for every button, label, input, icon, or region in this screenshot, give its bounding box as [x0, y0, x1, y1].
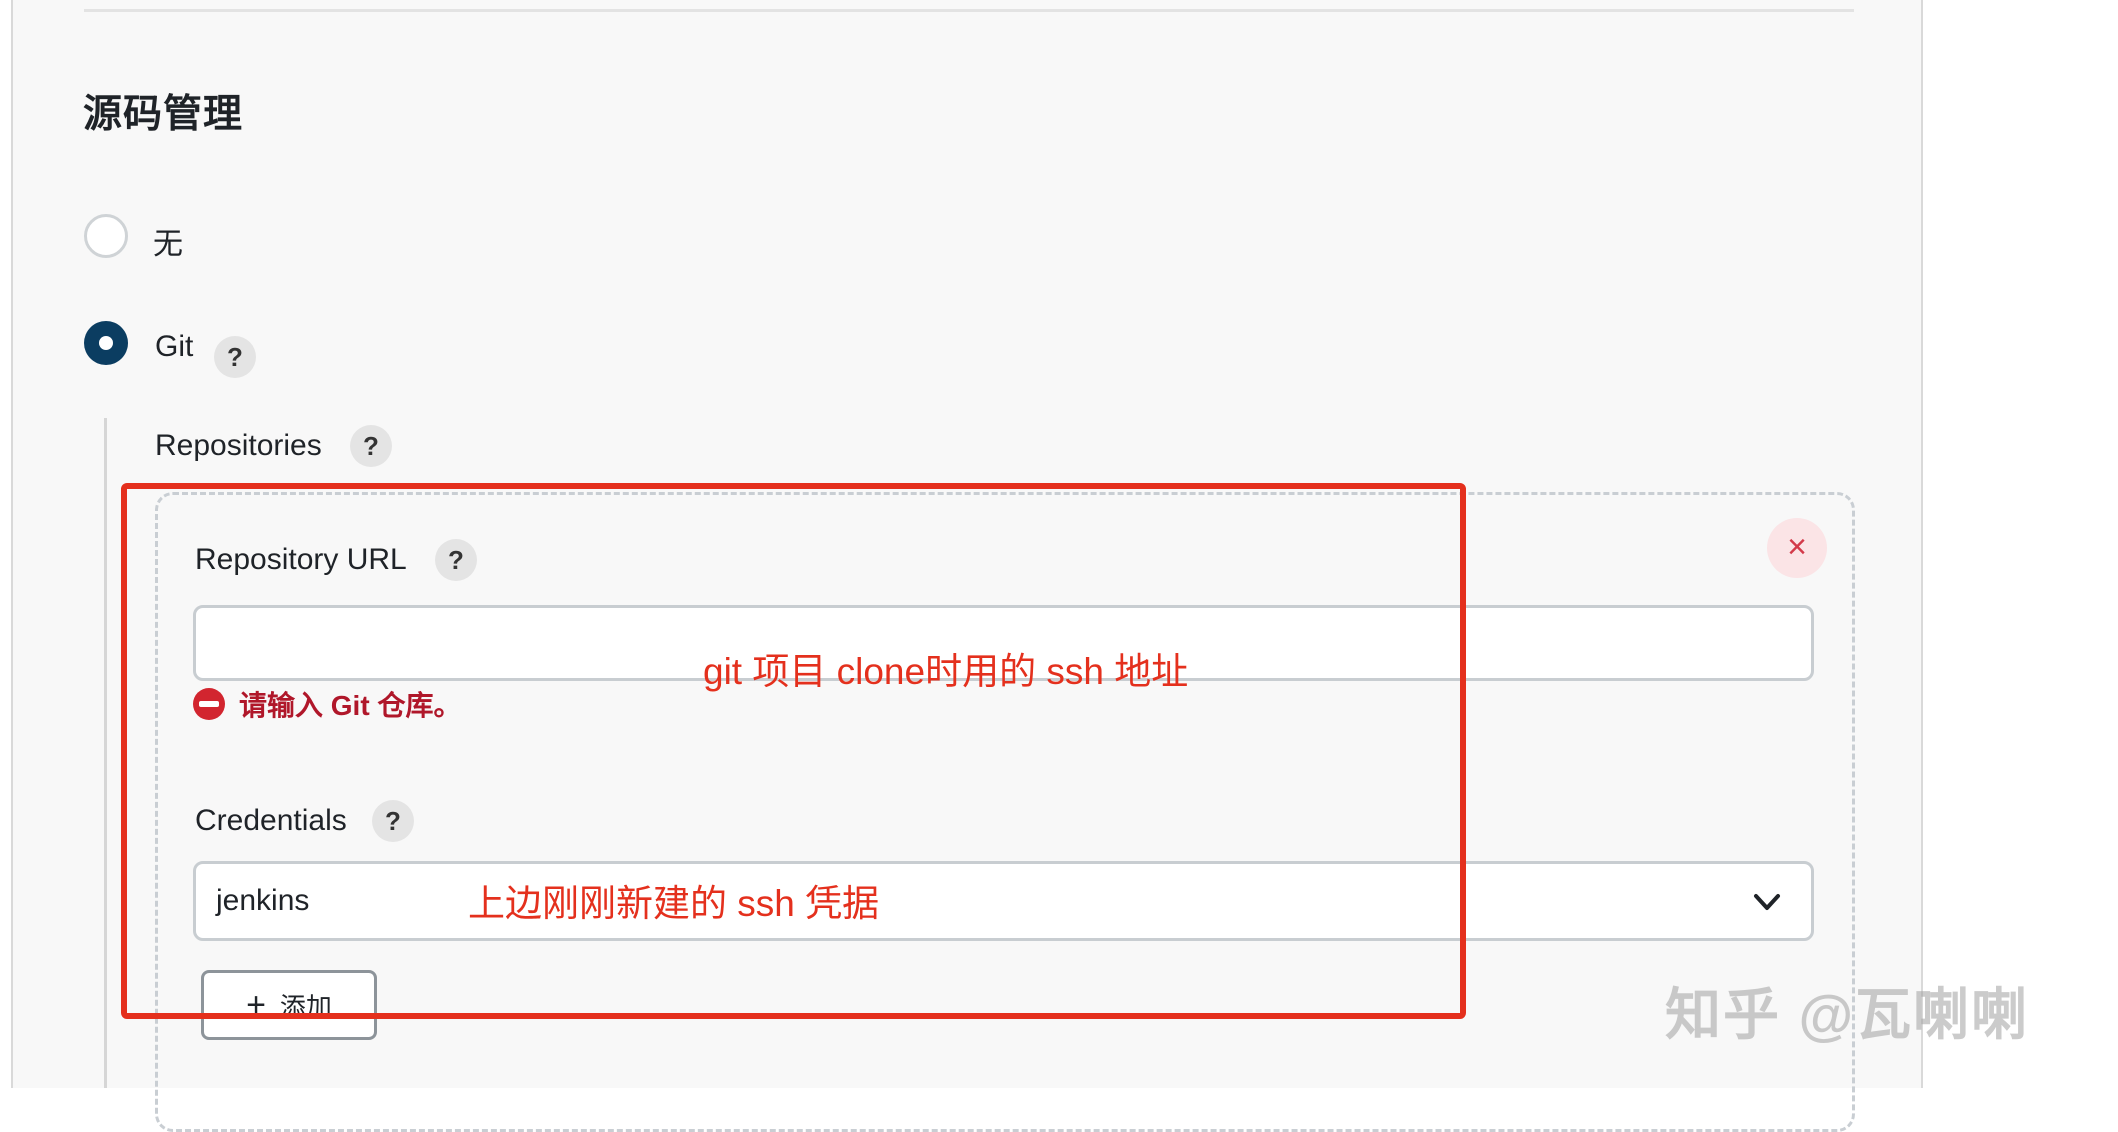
watermark: 知乎 @瓦喇喇 [1665, 983, 2030, 1046]
annotation-credentials-note: 上边刚刚新建的 ssh 凭据 [468, 883, 880, 924]
repositories-label: Repositories [155, 429, 322, 462]
scm-none-label[interactable]: 无 [153, 219, 183, 263]
repositories-help-icon[interactable]: ? [350, 425, 392, 467]
annotation-highlight-box [121, 483, 1466, 1019]
scm-git-radio[interactable] [84, 321, 128, 365]
radio-selected-dot [99, 336, 113, 350]
section-divider [84, 9, 1854, 12]
section-title: 源码管理 [83, 93, 244, 136]
git-section-indent-line [104, 418, 107, 1088]
delete-repository-close-icon[interactable]: × [1767, 518, 1827, 578]
scm-none-radio[interactable] [84, 214, 128, 258]
annotation-url-note: git 项目 clone时用的 ssh 地址 [703, 651, 1189, 692]
chevron-down-icon [1754, 894, 1780, 910]
scm-git-label[interactable]: Git [155, 330, 193, 364]
git-help-icon[interactable]: ? [214, 336, 256, 378]
